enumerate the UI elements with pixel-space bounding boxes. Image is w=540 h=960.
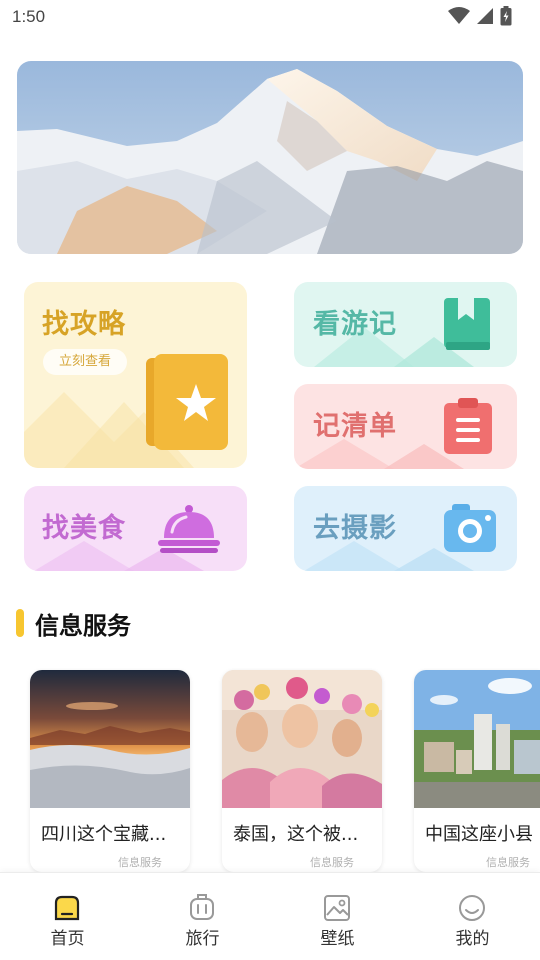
section-title: 信息服务 (35, 611, 131, 640)
info-card-title: 中国这座小县 (425, 824, 533, 845)
bookmark-book-icon (444, 298, 490, 350)
view-travel-notes-card[interactable]: 看游记 (294, 282, 517, 367)
tab-wallpaper[interactable]: 壁纸 (270, 873, 405, 960)
go-photography-card[interactable]: 去摄影 (294, 486, 517, 571)
tab-wallpaper-label: 壁纸 (320, 929, 355, 949)
view-travel-notes-title: 看游记 (313, 309, 397, 340)
view-now-button[interactable]: 立刻查看 (43, 349, 127, 375)
find-guide-card[interactable]: 找攻略 立刻查看 (24, 282, 247, 468)
status-time: 1:50 (12, 7, 46, 26)
info-card-tag: 信息服务 (118, 856, 162, 869)
find-food-card[interactable]: 找美食 (24, 486, 247, 571)
tab-mine-label: 我的 (455, 929, 490, 949)
info-card-tag: 信息服务 (310, 856, 354, 869)
go-photography-title: 去摄影 (313, 513, 397, 544)
info-card[interactable]: 四川这个宝藏... 信息服务 (30, 670, 190, 872)
tab-travel[interactable]: 旅行 (135, 873, 270, 960)
tab-home[interactable]: 首页 (0, 873, 135, 960)
image-icon (324, 895, 350, 921)
info-card[interactable]: 中国这座小县 信息服务 (414, 670, 540, 872)
status-bar: 1:50 (0, 0, 540, 34)
tab-mine[interactable]: 我的 (405, 873, 540, 960)
section-accent-bar (16, 609, 24, 637)
info-card-title: 四川这个宝藏... (41, 824, 167, 845)
bottom-tab-bar: 首页 旅行 壁纸 我的 (0, 872, 540, 960)
camera-icon (444, 504, 496, 552)
food-cloche-icon (158, 505, 220, 553)
starred-book-icon (146, 354, 228, 450)
wifi-icon (448, 7, 470, 24)
status-icons (448, 6, 512, 26)
find-food-title: 找美食 (42, 513, 126, 544)
tab-home-label: 首页 (50, 929, 85, 949)
banner-image[interactable] (17, 61, 523, 254)
section-header: 信息服务 (16, 606, 131, 640)
smile-icon (459, 895, 485, 921)
thai-women-festival-photo (222, 670, 382, 808)
find-guide-title: 找攻略 (42, 309, 126, 340)
signal-icon (477, 8, 493, 24)
luggage-icon (190, 894, 214, 920)
info-card[interactable]: 泰国，这个被... 信息服务 (222, 670, 382, 872)
home-icon (54, 895, 80, 921)
clipboard-icon (444, 398, 492, 454)
sunset-sea-of-clouds-photo (30, 670, 190, 808)
info-service-list[interactable]: 四川这个宝藏... 信息服务 泰国，这个被... 信息服务 中国这座小县 信息服… (0, 668, 540, 874)
make-checklist-card[interactable]: 记清单 (294, 384, 517, 469)
city-buildings-photo (414, 670, 540, 808)
tab-travel-label: 旅行 (185, 929, 220, 949)
battery-icon (500, 6, 512, 26)
info-card-title: 泰国，这个被... (233, 824, 359, 845)
info-card-tag: 信息服务 (486, 856, 530, 869)
make-checklist-title: 记清单 (313, 411, 397, 442)
